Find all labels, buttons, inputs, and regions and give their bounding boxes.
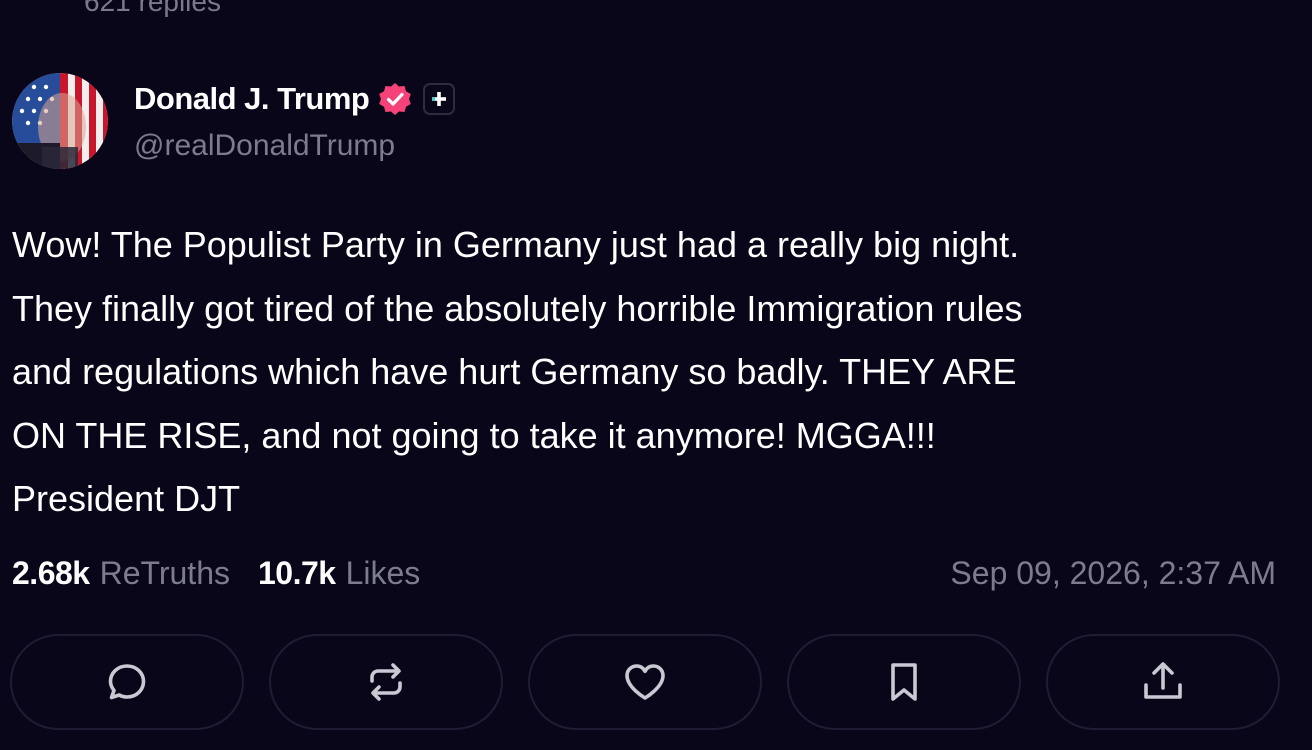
retruths-label: ReTruths: [99, 554, 230, 591]
avatar[interactable]: [12, 73, 108, 169]
post-body-line: President DJT: [12, 478, 241, 519]
likes-stat[interactable]: 10.7k Likes: [258, 555, 420, 592]
heart-icon: [625, 664, 665, 700]
post-timestamp: Sep 09, 2026, 2:37 AM: [950, 554, 1276, 591]
post-body-line: and regulations which have hurt Germany …: [12, 351, 1017, 392]
bookmark-icon: [891, 663, 917, 701]
post-body-line: ON THE RISE, and not going to take it an…: [12, 414, 936, 456]
author-handle[interactable]: @realDonaldTrump: [134, 129, 455, 163]
retruth-icon: [370, 663, 402, 701]
share-icon: [1144, 662, 1182, 699]
author-info: Donald J. Trump @realDonaldTrump: [134, 79, 456, 163]
post-body: Wow! The Populist Party in Germany just …: [12, 213, 1292, 531]
post-header: Donald J. Trump @realDonaldTrump: [12, 73, 456, 169]
post-stats: 2.68k ReTruths 10.7k Likes Sep 09, 2026, 2…: [12, 548, 1276, 598]
author-name-row: Donald J. Trump: [134, 79, 456, 119]
likes-count: 10.7k: [257, 554, 336, 591]
retruths-count: 2.68k: [12, 554, 90, 591]
author-display-name[interactable]: Donald J. Trump: [134, 81, 370, 117]
likes-label: Likes: [345, 554, 421, 591]
post-body-line: They finally got tired of the absolutely…: [12, 287, 1023, 329]
reply-button[interactable]: [10, 634, 244, 730]
like-button[interactable]: [528, 634, 762, 730]
retruths-stat[interactable]: 2.68k ReTruths: [12, 555, 230, 592]
plus-badge-icon[interactable]: [423, 83, 456, 115]
retruth-button[interactable]: [269, 634, 503, 730]
post-detail-page: 621 replies Donald J. Trump @realDonaldT…: [0, 0, 1312, 750]
verified-badge-icon: [377, 81, 413, 117]
post-body-line: Wow! The Populist Party in Germany just …: [12, 224, 1020, 265]
reply-icon: [108, 664, 146, 700]
avatar-flag-portrait-icon: [12, 73, 108, 169]
bookmark-button[interactable]: [787, 634, 1021, 730]
share-button[interactable]: [1046, 634, 1280, 730]
post-action-bar: [10, 634, 1280, 730]
replies-count-link[interactable]: 621 replies: [84, 0, 221, 18]
